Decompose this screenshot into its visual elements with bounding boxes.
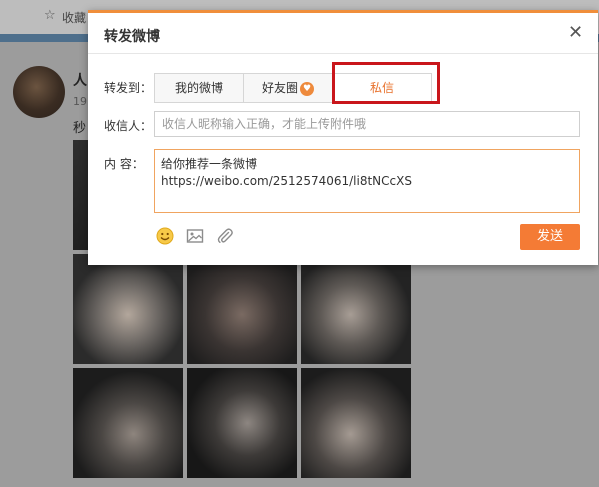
send-button[interactable]: 发送 [520,224,580,250]
dialog-title: 转发微博 [104,29,160,45]
content-textarea[interactable]: 给你推荐一条微博 https://weibo.com/2512574061/li… [154,149,580,213]
photo-thumb-4[interactable] [73,254,183,364]
highlight-box [332,62,440,104]
content-line-1: 给你推荐一条微博 [161,157,258,171]
post-author[interactable]: 人 [73,70,87,90]
heart-icon: ♥ [300,81,314,96]
photo-thumb-7[interactable] [73,368,183,478]
avatar[interactable] [13,66,65,118]
tab-my-weibo[interactable]: 我的微博 [155,74,244,102]
recipient-label: 收信人： [104,119,153,133]
photo-thumb-6[interactable] [301,254,411,364]
photo-thumb-8[interactable] [187,368,297,478]
image-icon[interactable] [186,227,204,245]
tab-label: 我的微博 [174,81,223,95]
recipient-input[interactable] [154,111,580,137]
divider [88,53,598,54]
post-time: 19 [73,95,87,108]
attachment-icon[interactable] [216,227,234,245]
tab-label: 好友圈 [261,81,298,95]
close-icon[interactable]: ✕ [568,24,583,42]
post-text: 秒 [73,121,87,136]
favorites-link[interactable]: 收藏 [62,9,86,26]
content-line-2: https://weibo.com/2512574061/li8tNCcXS [161,174,412,188]
forward-dialog: 转发微博 ✕ 转发到： 我的微博 好友圈♥ 私信 收信人： 内 容： 给你推荐一… [88,10,598,265]
content-label: 内 容： [104,157,144,171]
photo-thumb-9[interactable] [301,368,411,478]
forward-to-label: 转发到： [104,81,153,95]
emoji-icon[interactable] [156,227,174,245]
tab-friend-circle[interactable]: 好友圈 ♥ [244,74,333,102]
photo-thumb-5[interactable] [187,254,297,364]
star-icon[interactable]: ☆ [44,8,56,23]
